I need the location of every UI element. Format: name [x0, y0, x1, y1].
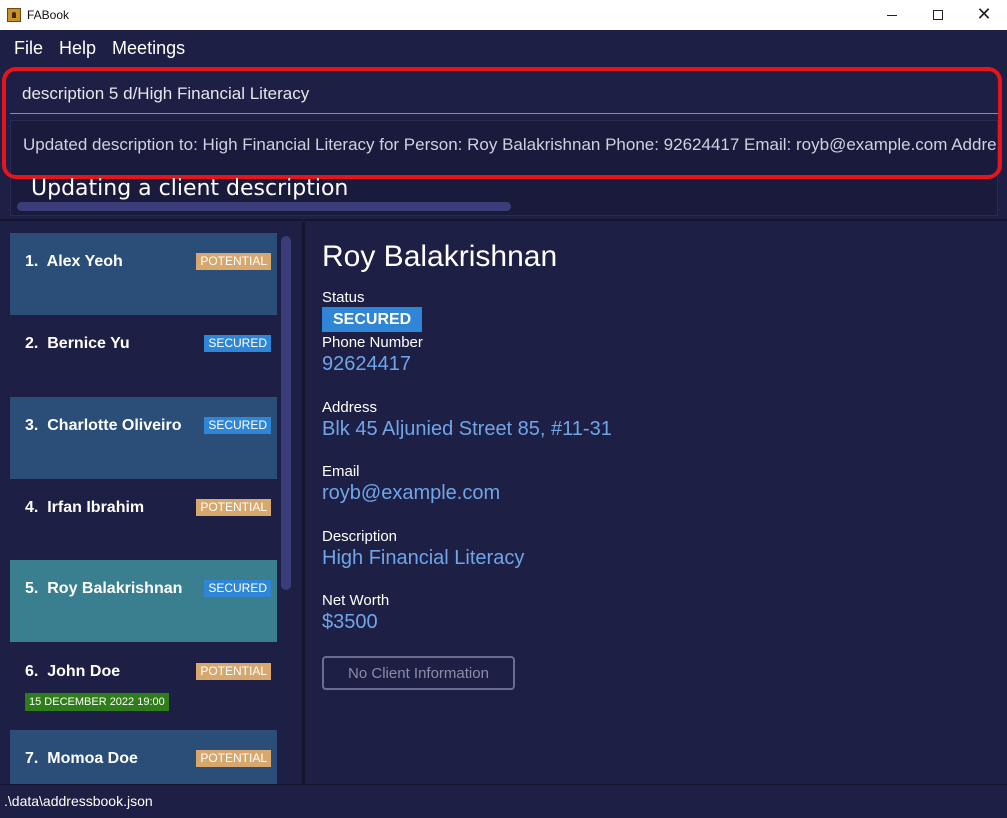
address-label: Address — [322, 399, 378, 416]
app-icon — [7, 8, 21, 22]
divider — [0, 219, 1007, 221]
minimize-button[interactable] — [869, 0, 915, 30]
command-input[interactable]: description 5 d/High Financial Literacy — [10, 74, 998, 114]
client-card[interactable]: 3. Charlotte Oliveiro SECURED — [10, 397, 277, 479]
address-value: Blk 45 Aljunied Street 85, #11-31 — [322, 418, 612, 440]
menu-help[interactable]: Help — [51, 38, 104, 59]
close-icon: ✕ — [976, 4, 992, 25]
description-value: High Financial Literacy — [322, 547, 525, 569]
menu-bar: File Help Meetings — [0, 30, 1007, 66]
close-button[interactable]: ✕ — [961, 0, 1007, 30]
title-bar: FABook ✕ — [0, 0, 1007, 30]
status-badge: SECURED — [204, 417, 271, 434]
client-card[interactable]: 7. Momoa Doe POTENTIAL — [10, 730, 277, 784]
client-name: 6. John Doe — [25, 663, 121, 680]
status-badge: POTENTIAL — [196, 253, 271, 270]
maximize-button[interactable] — [915, 0, 961, 30]
client-detail-panel: Roy Balakrishnan Status SECURED Phone Nu… — [305, 222, 1007, 784]
annotation-caption: Updating a client description — [31, 176, 349, 201]
networth-value: $3500 — [322, 611, 378, 633]
client-list: 1. Alex Yeoh POTENTIAL 2. Bernice Yu SEC… — [0, 222, 302, 784]
result-text: Updated description to: High Financial L… — [23, 135, 998, 154]
status-bar: .\data\addressbook.json — [0, 784, 1007, 818]
window-title: FABook — [27, 8, 70, 22]
menu-meetings[interactable]: Meetings — [104, 38, 193, 59]
menu-file[interactable]: File — [6, 38, 51, 59]
detail-name: Roy Balakrishnan — [322, 240, 558, 273]
email-value: royb@example.com — [322, 482, 501, 504]
result-scrollbar[interactable] — [17, 202, 511, 211]
client-name: 7. Momoa Doe — [25, 750, 138, 767]
client-name: 4. Irfan Ibrahim — [25, 499, 145, 516]
networth-label: Net Worth — [322, 592, 390, 609]
meeting-badge: 15 DECEMBER 2022 19:00 — [25, 693, 169, 711]
client-card[interactable]: 2. Bernice Yu SECURED — [10, 315, 277, 397]
client-card-selected[interactable]: 5. Roy Balakrishnan SECURED — [10, 560, 277, 642]
maximize-icon — [933, 10, 943, 20]
client-name: 2. Bernice Yu — [25, 335, 130, 352]
phone-label: Phone Number — [322, 334, 423, 351]
result-display: Updated description to: High Financial L… — [10, 120, 998, 216]
phone-value: 92624417 — [322, 353, 411, 375]
client-name: 3. Charlotte Oliveiro — [25, 417, 182, 434]
status-badge: SECURED — [204, 335, 271, 352]
client-information-button[interactable]: No Client Information — [322, 656, 515, 690]
status-label: Status — [322, 289, 365, 306]
client-name: 5. Roy Balakrishnan — [25, 580, 183, 597]
status-badge: POTENTIAL — [196, 750, 271, 767]
list-scrollbar[interactable] — [281, 236, 291, 590]
client-card[interactable]: 4. Irfan Ibrahim POTENTIAL — [10, 479, 277, 561]
client-name: 1. Alex Yeoh — [25, 253, 123, 270]
client-card[interactable]: 1. Alex Yeoh POTENTIAL — [10, 233, 277, 315]
window-controls: ✕ — [869, 0, 1007, 30]
command-input-value: description 5 d/High Financial Literacy — [22, 83, 310, 103]
minimize-icon — [887, 14, 897, 16]
client-card[interactable]: 6. John Doe POTENTIAL 15 DECEMBER 2022 1… — [10, 643, 277, 725]
email-label: Email — [322, 463, 360, 480]
detail-status-badge: SECURED — [322, 307, 423, 332]
data-file-path: .\data\addressbook.json — [4, 793, 153, 809]
description-label: Description — [322, 528, 398, 545]
status-badge: SECURED — [204, 580, 271, 597]
status-badge: POTENTIAL — [196, 499, 271, 516]
status-badge: POTENTIAL — [196, 663, 271, 680]
